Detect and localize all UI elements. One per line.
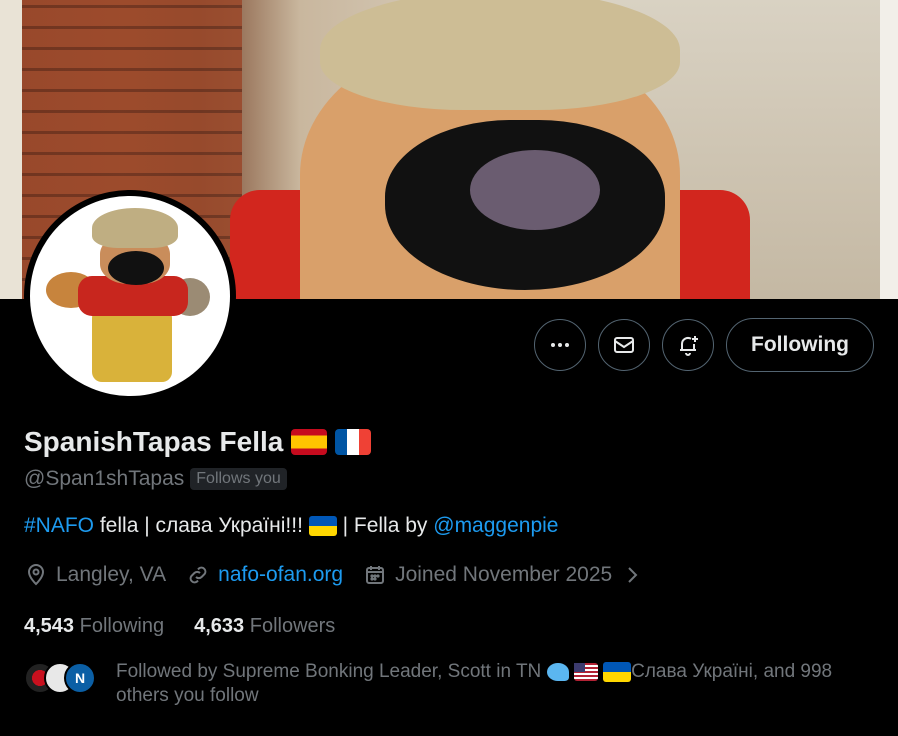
- mention-link[interactable]: @maggenpie: [433, 514, 558, 537]
- location-text: Langley, VA: [56, 563, 167, 586]
- follower-avatar: N: [64, 662, 96, 694]
- profile-avatar[interactable]: [24, 190, 236, 402]
- following-label: Following: [79, 615, 165, 637]
- spain-flag-icon: [291, 429, 328, 455]
- website-link[interactable]: nafo-ofan.org: [218, 563, 343, 587]
- chevron-right-icon: [628, 567, 638, 583]
- bio-text-1: fella | слава Україні!!!: [94, 514, 309, 537]
- follows-you-badge: Follows you: [190, 468, 287, 490]
- followers-stat[interactable]: 4,633 Followers: [194, 615, 335, 638]
- avatar-pants: [92, 308, 172, 382]
- ukraine-flag-icon: [308, 516, 337, 537]
- handle-row: @Span1shTapas Follows you: [24, 467, 287, 491]
- calendar-icon: [366, 566, 385, 584]
- followers-label: Followers: [249, 615, 336, 637]
- avatar-beard: [108, 251, 164, 285]
- following-count: 4,543: [24, 615, 75, 637]
- profile-bio: #NAFO fella | слава Україні!!! | Fella b…: [24, 514, 558, 538]
- banner-snout: [470, 150, 600, 230]
- link-icon: [189, 566, 207, 584]
- location-pin-icon: [27, 564, 45, 586]
- followed-by-text-1: Followed by Supreme Bonking Leader, Scot…: [116, 661, 547, 682]
- followed-by-avatars: N: [24, 660, 96, 696]
- joined-date[interactable]: Joined November 2025: [363, 563, 644, 587]
- banner-hat: [320, 0, 680, 110]
- profile-actions: Following: [534, 318, 874, 372]
- more-horizontal-icon: [551, 343, 570, 347]
- avatar-image: [30, 196, 230, 396]
- name-row: SpanishTapas Fella: [24, 426, 372, 458]
- ukraine-flag-icon: [603, 661, 632, 682]
- france-flag-icon: [335, 429, 372, 455]
- user-handle: @Span1shTapas: [24, 467, 185, 490]
- website: nafo-ofan.org: [186, 563, 343, 587]
- following-stat[interactable]: 4,543 Following: [24, 615, 164, 638]
- profile-meta: Langley, VA nafo-ofan.org Joined Novembe…: [24, 563, 664, 587]
- display-name: SpanishTapas Fella: [24, 426, 284, 457]
- following-button[interactable]: Following: [726, 318, 874, 372]
- hashtag-link[interactable]: #NAFO: [24, 514, 94, 537]
- bio-text-2: | Fella by: [336, 514, 434, 537]
- wave-icon: [546, 662, 569, 681]
- profile-stats: 4,543 Following 4,633 Followers: [24, 615, 335, 638]
- usa-flag-icon: [573, 662, 598, 681]
- avatar-hat: [92, 208, 178, 248]
- message-button[interactable]: [598, 319, 651, 371]
- envelope-icon: [614, 337, 635, 353]
- followed-by[interactable]: N Followed by Supreme Bonking Leader, Sc…: [24, 660, 876, 708]
- followers-count: 4,633: [194, 615, 245, 637]
- followed-by-text: Followed by Supreme Bonking Leader, Scot…: [116, 660, 876, 708]
- joined-text: Joined November 2025: [395, 563, 613, 586]
- notify-button[interactable]: [662, 319, 715, 371]
- more-button[interactable]: [534, 319, 587, 371]
- bell-plus-icon: [680, 336, 699, 356]
- location: Langley, VA: [24, 563, 166, 587]
